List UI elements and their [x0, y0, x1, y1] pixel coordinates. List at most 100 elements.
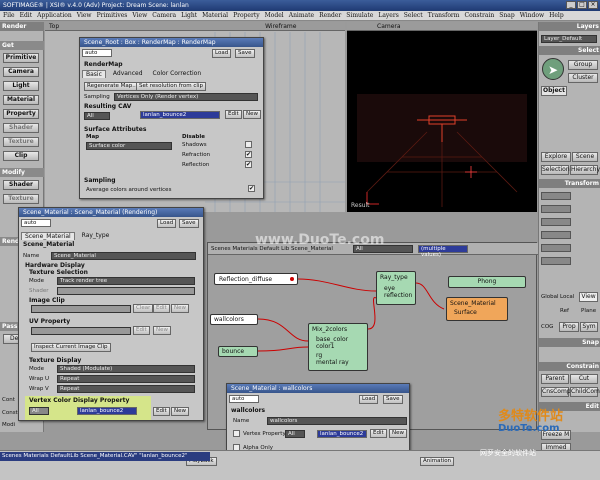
- menu-item-view[interactable]: View: [132, 12, 147, 19]
- menu-item-property[interactable]: Property: [233, 12, 260, 19]
- modify-texture-button[interactable]: Texture: [3, 194, 39, 204]
- vcdp-all-field[interactable]: All: [29, 407, 49, 415]
- scene-material-surface-port[interactable]: Surface: [450, 309, 504, 316]
- local-label[interactable]: Local: [560, 294, 574, 300]
- tab-basic[interactable]: Basic: [82, 70, 106, 78]
- shader-button[interactable]: Shader: [3, 123, 39, 133]
- close-icon[interactable]: ×: [588, 1, 598, 9]
- menu-item-render[interactable]: Render: [319, 12, 341, 19]
- cnscomp-button[interactable]: CnsComp: [541, 387, 571, 397]
- menu-item-snap[interactable]: Snap: [499, 12, 514, 19]
- menu-item-constrain[interactable]: Constrain: [464, 12, 494, 19]
- menu-item-primitives[interactable]: Primitives: [97, 12, 128, 19]
- tab-color-correction[interactable]: Color Correction: [150, 70, 205, 78]
- menu-item-camera[interactable]: Camera: [152, 12, 176, 19]
- wrap-v-dropdown[interactable]: Repeat: [57, 385, 195, 393]
- avg-colors-checkbox[interactable]: ✔: [248, 185, 255, 192]
- maximize-icon[interactable]: □: [577, 1, 587, 9]
- sym-button[interactable]: Sym: [580, 322, 598, 332]
- cav-value-field[interactable]: lanlan_bounce2: [140, 111, 220, 119]
- cav-new-button[interactable]: New: [243, 110, 261, 119]
- menu-item-file[interactable]: File: [3, 12, 15, 19]
- mix-base-color-port[interactable]: base_color: [312, 336, 364, 343]
- vertex-edit-button[interactable]: Edit: [370, 429, 387, 438]
- transform-field-6[interactable]: [541, 257, 571, 265]
- material-window-title[interactable]: Scene_Material : Scene_Material (Renderi…: [19, 208, 203, 217]
- material-name-field[interactable]: Scene_Material: [51, 252, 196, 260]
- transform-field-3[interactable]: [541, 218, 571, 226]
- node-wallcolors[interactable]: wallcolors: [210, 314, 258, 325]
- vertex-property-checkbox[interactable]: [233, 430, 240, 437]
- cut-button[interactable]: Cut: [570, 374, 598, 384]
- material-load-button[interactable]: Load: [157, 219, 177, 228]
- cav-edit-button[interactable]: Edit: [225, 110, 242, 119]
- camera-viewport[interactable]: Camera Result: [347, 22, 537, 212]
- childcomp-button[interactable]: ChildComp: [570, 387, 600, 397]
- map-dropdown[interactable]: Surface color: [86, 142, 172, 150]
- node-ray-type[interactable]: Ray_type eye reflection: [376, 271, 416, 305]
- primitive-button[interactable]: Primitive: [3, 53, 39, 63]
- wallcolors-name-field[interactable]: wallcolors: [267, 417, 407, 425]
- view-button[interactable]: View: [579, 292, 598, 302]
- menu-item-help[interactable]: Help: [549, 12, 564, 19]
- vertex-property-value[interactable]: lanlan_bounce2: [317, 430, 367, 438]
- set-resolution-button[interactable]: Set resolution from clip: [136, 82, 206, 91]
- mix-color1-port[interactable]: color1: [312, 343, 364, 350]
- tab-advanced[interactable]: Advanced: [110, 70, 146, 78]
- uv-edit-button[interactable]: Edit: [133, 326, 150, 335]
- explore-button[interactable]: Explore: [541, 152, 571, 162]
- plane-label[interactable]: Plane: [581, 308, 596, 314]
- menu-item-view[interactable]: View: [77, 12, 92, 19]
- image-clip-new-button[interactable]: New: [171, 304, 189, 313]
- vertex-new-button[interactable]: New: [389, 429, 407, 438]
- tab-ray-type[interactable]: Ray_type: [79, 232, 113, 240]
- material-save-button[interactable]: Save: [179, 219, 199, 228]
- scene-button[interactable]: Scene: [572, 152, 598, 162]
- menu-item-material[interactable]: Material: [202, 12, 228, 19]
- clip-button[interactable]: Clip: [3, 151, 39, 161]
- transform-field-4[interactable]: [541, 231, 571, 239]
- hierarchy-button[interactable]: Hierarchy: [570, 165, 600, 175]
- vcdp-new-button[interactable]: New: [171, 407, 189, 416]
- image-clip-edit-button[interactable]: Edit: [153, 304, 170, 313]
- menu-item-light[interactable]: Light: [181, 12, 197, 19]
- uv-new-button[interactable]: New: [153, 326, 171, 335]
- ray-type-reflection-port[interactable]: reflection: [380, 292, 412, 299]
- refraction-checkbox[interactable]: ✔: [245, 151, 252, 158]
- inspect-clip-button[interactable]: Inspect Current Image Clip: [31, 343, 111, 352]
- cav-all-field[interactable]: All: [84, 112, 110, 120]
- td-mode-dropdown[interactable]: Shaded (Modulate): [57, 365, 195, 373]
- shader-dropdown[interactable]: [57, 287, 195, 295]
- layer-default-field[interactable]: Layer_Default: [541, 35, 597, 43]
- image-clip-field[interactable]: [31, 305, 131, 313]
- wallcolors-preset-field[interactable]: auto: [229, 395, 259, 403]
- wrap-u-dropdown[interactable]: Repeat: [57, 375, 195, 383]
- node-phong[interactable]: Phong: [448, 276, 526, 288]
- vertex-all-field[interactable]: All: [285, 430, 305, 438]
- prop-button[interactable]: Prop: [559, 322, 579, 332]
- cog-label[interactable]: COG: [541, 324, 553, 330]
- menu-item-model[interactable]: Model: [265, 12, 284, 19]
- wallcolors-save-button[interactable]: Save: [383, 395, 403, 404]
- shadows-checkbox[interactable]: [245, 141, 252, 148]
- node-reflection-diffuse[interactable]: Reflection_diffuse: [214, 273, 298, 285]
- menu-item-select[interactable]: Select: [404, 12, 423, 19]
- light-button[interactable]: Light: [3, 81, 39, 91]
- menu-item-edit[interactable]: Edit: [20, 12, 33, 19]
- vcdp-edit-button[interactable]: Edit: [153, 407, 170, 416]
- camera-button[interactable]: Camera: [3, 67, 39, 77]
- rendermap-preset-field[interactable]: auto: [82, 49, 112, 57]
- global-label[interactable]: Global: [541, 294, 559, 300]
- node-bounce[interactable]: bounce: [218, 346, 258, 357]
- node-scene-material[interactable]: Scene_Material Surface: [446, 297, 508, 321]
- tab-scene-material[interactable]: Scene_Material: [21, 232, 75, 240]
- rendermap-load-button[interactable]: Load: [212, 49, 232, 58]
- parent-button[interactable]: Parent: [541, 374, 569, 384]
- minimize-icon[interactable]: _: [566, 1, 576, 9]
- ref-label[interactable]: Ref: [560, 308, 569, 314]
- regenerate-map-button[interactable]: Regenerate Map...: [84, 82, 141, 91]
- property-button[interactable]: Property: [3, 109, 39, 119]
- rendermap-window-title[interactable]: Scene_Root : Box : RenderMap : RenderMap: [80, 38, 263, 47]
- wallcolors-window-title[interactable]: Scene_Material : wallcolors: [227, 384, 409, 393]
- image-clip-clear-button[interactable]: Clear: [133, 304, 154, 313]
